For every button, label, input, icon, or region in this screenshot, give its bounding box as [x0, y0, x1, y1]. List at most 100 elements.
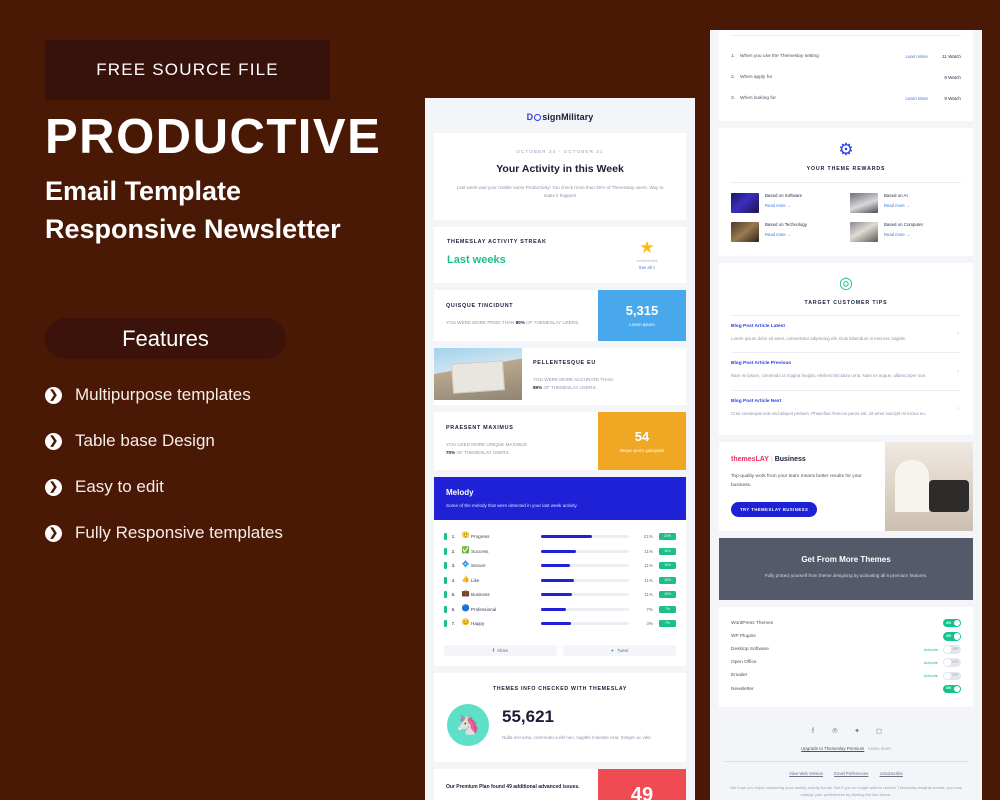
feature-item: ❯ Easy to edit	[45, 464, 405, 510]
business-promo-card: themesLAY | Business Top-quality work from…	[719, 442, 973, 532]
reward-item[interactable]: Based on Technology Read more →	[731, 222, 842, 242]
melody-share-row: f Share ✦ Tweet	[434, 637, 686, 666]
toggle-switch[interactable]: ON	[943, 632, 961, 641]
social-icons-row[interactable]: f ℗ ✦ ◻	[724, 727, 968, 736]
tip-item[interactable]: Blog Post Article Next Cras consequat er…	[731, 389, 961, 427]
twitter-icon[interactable]: ✦	[853, 727, 862, 736]
feature-toggles-card[interactable]: WordPress Themes ON WP Plugins ON Deskto…	[719, 606, 973, 707]
reward-name: Based on Software	[765, 193, 803, 198]
features-heading: Features	[122, 325, 209, 351]
faq-index: 2.	[731, 75, 736, 80]
activate-link[interactable]: Activate	[924, 673, 938, 678]
reward-text: Based on Computer Read more →	[884, 222, 961, 242]
tip-item[interactable]: Blog Post Article Latest Lorem ipsum dol…	[731, 315, 961, 352]
tips-heading: TARGET CUSTOMER TIPS	[804, 300, 888, 306]
faq-row[interactable]: 2. When apply for 9 Watch	[731, 67, 961, 88]
facebook-icon[interactable]: f	[809, 727, 818, 736]
tips-list: Blog Post Article Latest Lorem ipsum dol…	[731, 315, 961, 427]
stat-amber-heading: PRAESENT MAXIMUS	[446, 424, 514, 431]
tip-body: Nam mi ipsum, commodo ut magna feugiat, …	[731, 373, 927, 379]
faq-watch-count: 9 Watch	[944, 96, 961, 101]
toggle-switch[interactable]: OFF	[943, 658, 961, 667]
faq-row[interactable]: 1. When you use the Themeslay setting Le…	[731, 46, 961, 67]
footer-links: View Web Version Email Preferences Unsub…	[724, 771, 968, 776]
toggle-switch[interactable]: OFF	[943, 671, 961, 681]
melody-emoji-icon: 😊	[461, 619, 470, 627]
faq-index: 1.	[731, 54, 736, 59]
reward-read-more-link[interactable]: Read more →	[765, 232, 842, 237]
faq-learn-more-link[interactable]: Learn More	[906, 54, 928, 59]
reward-text: Based on Technology Read more →	[765, 222, 842, 242]
chevron-right-icon[interactable]: ›	[957, 331, 959, 337]
toggle-row[interactable]: Emailer Activate OFF	[731, 669, 961, 682]
melody-progress-track	[541, 593, 629, 597]
themes-info-card: THEMES INFO CHECKED WITH THEMESLAY 🦄 55,…	[434, 672, 686, 762]
faq-learn-more-link[interactable]: Learn More	[906, 96, 928, 101]
stat-card-blue: QUISQUE TINCIDUNT YOU WERE MORE PROD THA…	[434, 290, 686, 341]
tip-title[interactable]: Blog Post Article Next	[731, 399, 961, 404]
email-preview-left-column[interactable]: DsignMilitary OCTOBER 24 - OCTOBER 31 Yo…	[425, 98, 695, 800]
stat-amber-body: YOU USED MORE UNIQUE MAXIMUS 70% OF THEME…	[446, 441, 586, 458]
activate-link[interactable]: Activate	[924, 647, 938, 652]
instagram-icon[interactable]: ◻	[875, 727, 884, 736]
streak-left: THEMESLAY ACTIVITY STREAK Last weeks	[447, 239, 621, 266]
melody-progress-fill	[541, 622, 571, 626]
reward-read-more-link[interactable]: Read more →	[884, 203, 961, 208]
faq-row[interactable]: 3. When looking for Learn More 9 Watch	[731, 88, 961, 109]
streak-see-all-link[interactable]: See all >	[621, 265, 673, 270]
email-footer: f ℗ ✦ ◻ Upgrade to Themeslay Premium Learn m…	[710, 714, 982, 800]
melody-row: 6. 🔵 Professional 7% 7%	[444, 602, 676, 617]
share-button[interactable]: f Share	[444, 644, 557, 656]
reward-read-more-link[interactable]: Read more →	[765, 203, 842, 208]
toggle-row[interactable]: WordPress Themes ON	[731, 617, 961, 630]
reward-read-more-link[interactable]: Read more →	[884, 232, 961, 237]
email-preview-right-column[interactable]: 1. When you use the Themeslay setting Le…	[710, 30, 982, 800]
email-preferences-link[interactable]: Email Preferences	[834, 771, 868, 776]
chevron-right-icon[interactable]: ›	[957, 369, 959, 375]
tip-item[interactable]: Blog Post Article Previous Nam mi ipsum,…	[731, 352, 961, 389]
promo-panel: FREE SOURCE FILE PRODUCTIVE Email Templa…	[0, 0, 430, 800]
tip-title[interactable]: Blog Post Article Previous	[731, 361, 961, 366]
view-web-version-link[interactable]: View Web Version	[789, 771, 823, 776]
toggle-row[interactable]: WP Plugins ON	[731, 630, 961, 643]
woman-with-laptop-photo	[885, 442, 973, 532]
melody-percent: 11%	[644, 577, 653, 583]
toggle-switch[interactable]: ON	[943, 618, 961, 628]
reward-name: Based on AI	[884, 193, 908, 198]
tweet-button[interactable]: ✦ Tweet	[563, 644, 676, 656]
activate-link[interactable]: Activate	[924, 660, 938, 665]
reward-item[interactable]: Based on Computer Read more →	[850, 222, 961, 242]
toggle-knob	[953, 685, 960, 693]
toggle-row[interactable]: Open Office Activate OFF	[731, 656, 961, 669]
features-heading-pill: Features	[45, 318, 286, 359]
melody-percent: 3%	[646, 621, 653, 627]
feature-label: Easy to edit	[75, 477, 164, 496]
brand-logo: DsignMilitary	[425, 98, 695, 133]
photo-card-body-line1: YOU WERE MORE ACCURATE THAN	[533, 376, 613, 382]
robot-thumb	[850, 193, 878, 213]
reward-item[interactable]: Based on AI Read more →	[850, 193, 961, 213]
share-label: Share	[497, 647, 509, 653]
footer-learn-more-link[interactable]: Learn more	[868, 746, 890, 751]
melody-progress-track	[541, 564, 629, 568]
pinterest-icon[interactable]: ℗	[831, 727, 840, 736]
toggle-switch[interactable]: ON	[943, 684, 961, 694]
faq-rows: 1. When you use the Themeslay setting Le…	[731, 46, 961, 109]
theme-rewards-card: ⚙ YOUR THEME REWARDS Based on Software R…	[719, 128, 973, 256]
try-themeslay-business-button[interactable]: TRY THEMESLAY BUSINESS	[731, 502, 818, 518]
melody-subtitle: Some of the melody that were detected in…	[446, 503, 578, 509]
stat-blue-text: QUISQUE TINCIDUNT YOU WERE MORE PROD THA…	[434, 290, 598, 340]
streak-right: ★ Achievement See all >	[621, 239, 673, 270]
chevron-right-icon[interactable]: ›	[957, 406, 959, 412]
more-themes-body: Fully protect yourself from theme design…	[764, 573, 928, 579]
features-list: ❯ Multipurpose templates ❯ Table base De…	[45, 372, 405, 556]
upgrade-premium-link[interactable]: Upgrade to Themeslay Premium	[801, 746, 864, 751]
feature-item: ❯ Fully Responsive templates	[45, 510, 405, 556]
tip-title[interactable]: Blog Post Article Latest	[731, 324, 961, 329]
unsubscribe-link[interactable]: Unsubscribe	[880, 771, 903, 776]
toggle-switch[interactable]: OFF	[943, 645, 961, 654]
toggle-knob	[944, 659, 951, 666]
reward-item[interactable]: Based on Software Read more →	[731, 193, 842, 213]
toggle-row[interactable]: Desktop Software Activate OFF	[731, 643, 961, 656]
toggle-row[interactable]: Newsletter ON	[731, 683, 961, 696]
